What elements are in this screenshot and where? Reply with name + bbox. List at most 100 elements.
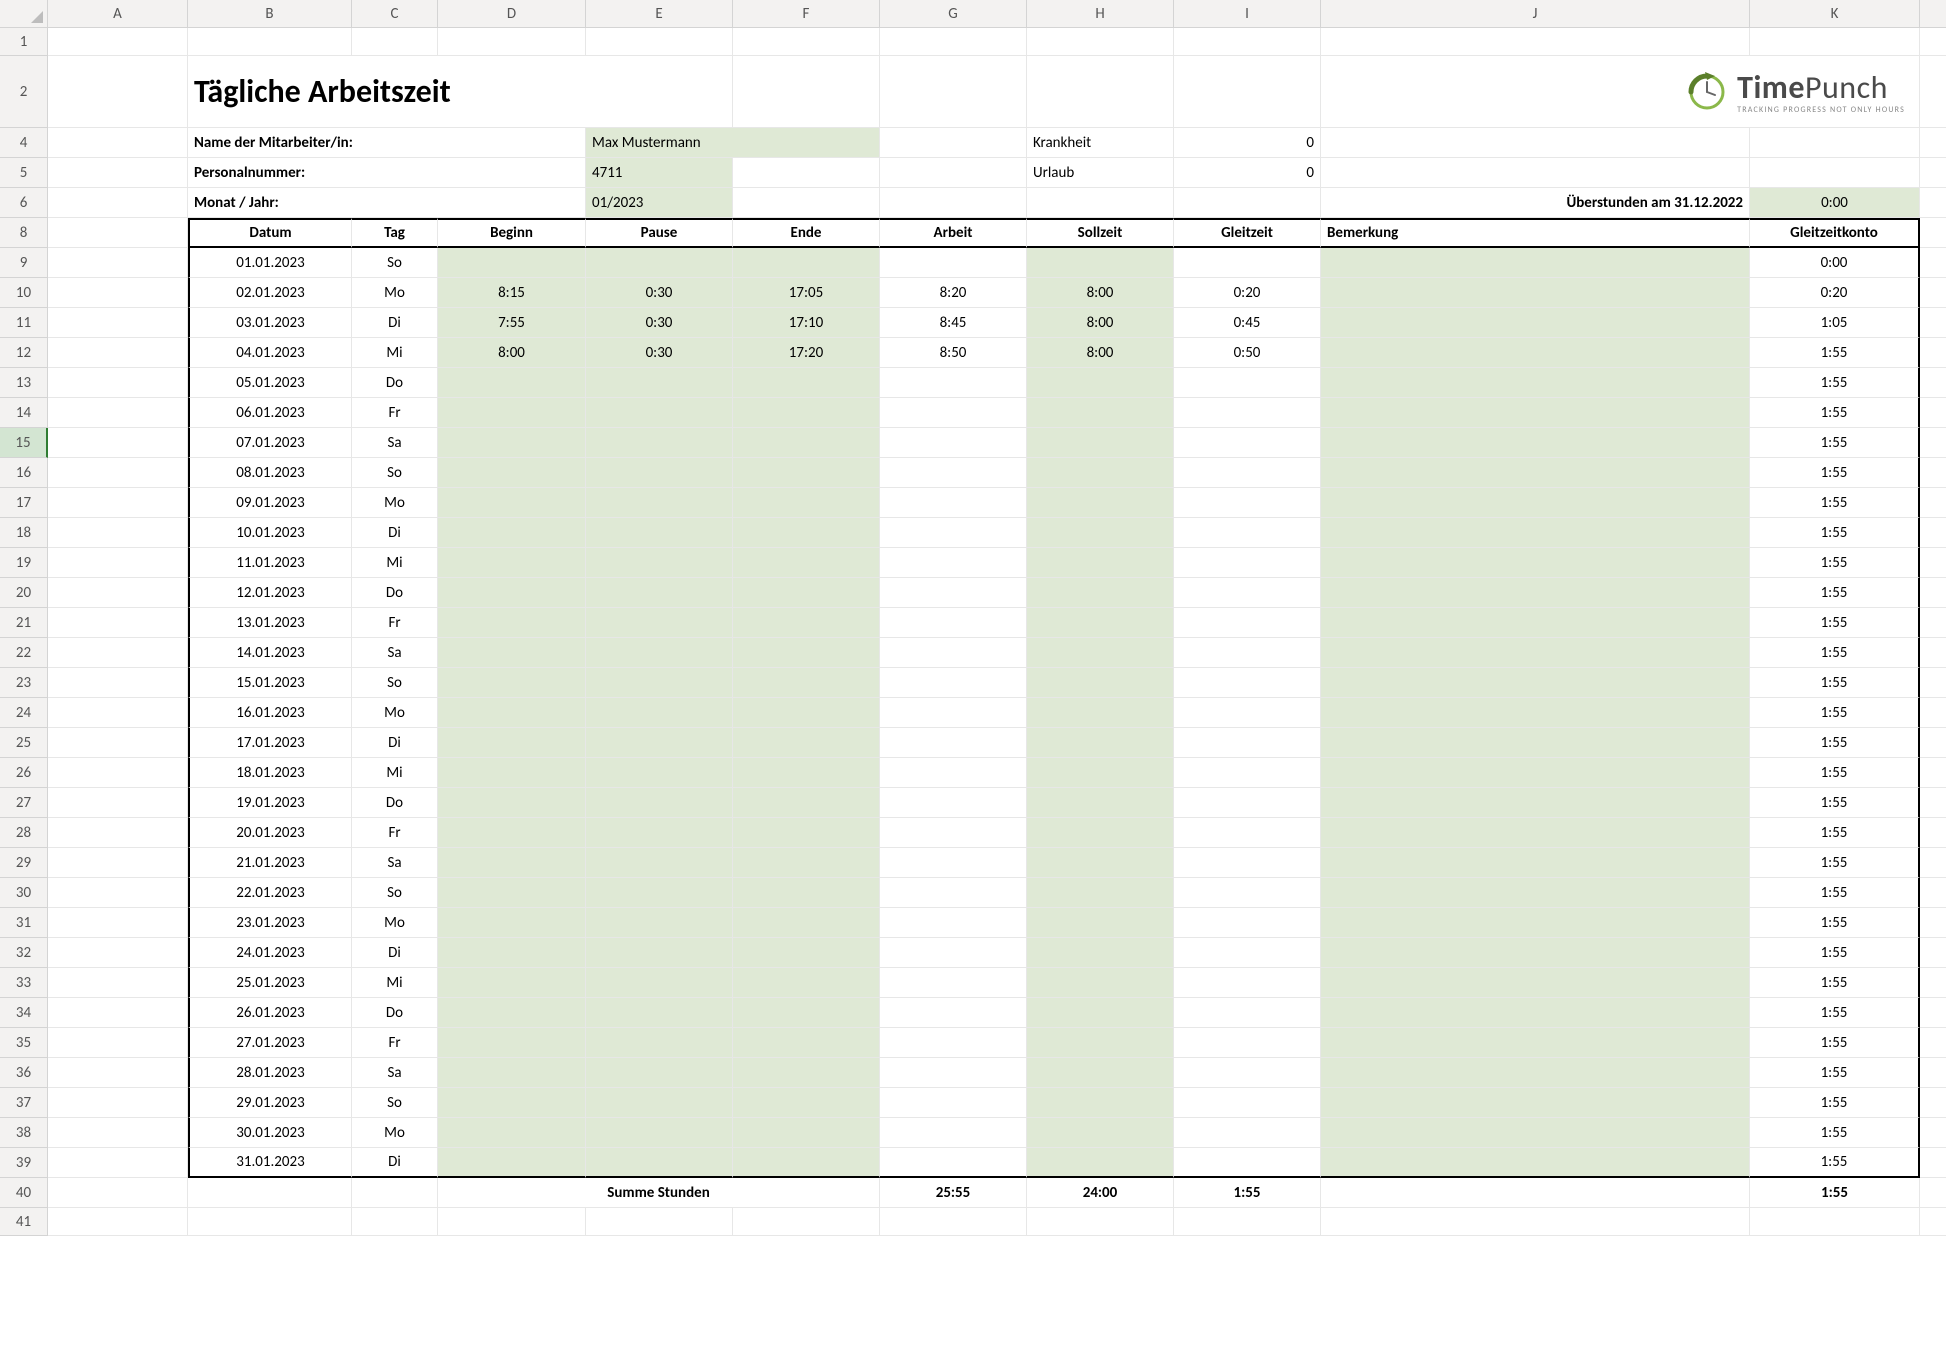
note-cell[interactable] (1321, 428, 1750, 458)
row-header-36[interactable]: 36 (0, 1058, 48, 1088)
col-header-B[interactable]: B (188, 0, 352, 28)
date-cell[interactable]: 06.01.2023 (188, 398, 352, 428)
row-header-34[interactable]: 34 (0, 998, 48, 1028)
flex-cell[interactable] (1174, 668, 1321, 698)
target-cell[interactable] (1027, 998, 1174, 1028)
note-cell[interactable] (1321, 668, 1750, 698)
cell[interactable] (48, 578, 188, 608)
row-header-31[interactable]: 31 (0, 908, 48, 938)
cell[interactable] (48, 668, 188, 698)
flex-cell[interactable] (1174, 1088, 1321, 1118)
flex-cell[interactable] (1174, 518, 1321, 548)
work-cell[interactable] (880, 668, 1027, 698)
row-header-16[interactable]: 16 (0, 458, 48, 488)
cell[interactable] (48, 128, 188, 158)
date-cell[interactable]: 09.01.2023 (188, 488, 352, 518)
cell[interactable] (1321, 28, 1750, 56)
note-cell[interactable] (1321, 1058, 1750, 1088)
row-header-12[interactable]: 12 (0, 338, 48, 368)
flex-cell[interactable] (1174, 758, 1321, 788)
target-cell[interactable] (1027, 758, 1174, 788)
acct-cell[interactable]: 1:55 (1750, 908, 1920, 938)
note-cell[interactable] (1321, 368, 1750, 398)
row-header-28[interactable]: 28 (0, 818, 48, 848)
grid-area[interactable]: Tägliche Arbeitszeit TimePunch TRACKING … (48, 28, 1946, 1236)
date-cell[interactable]: 01.01.2023 (188, 248, 352, 278)
date-cell[interactable]: 29.01.2023 (188, 1088, 352, 1118)
date-cell[interactable]: 26.01.2023 (188, 998, 352, 1028)
acct-cell[interactable]: 1:55 (1750, 368, 1920, 398)
note-cell[interactable] (1321, 698, 1750, 728)
target-cell[interactable] (1027, 488, 1174, 518)
pause-cell[interactable] (586, 1148, 733, 1178)
note-cell[interactable] (1321, 398, 1750, 428)
row-header-37[interactable]: 37 (0, 1088, 48, 1118)
col-header-G[interactable]: G (880, 0, 1027, 28)
end-cell[interactable] (733, 548, 880, 578)
target-cell[interactable] (1027, 968, 1174, 998)
note-cell[interactable] (1321, 998, 1750, 1028)
date-cell[interactable]: 28.01.2023 (188, 1058, 352, 1088)
col-header-K[interactable]: K (1750, 0, 1920, 28)
flex-cell[interactable] (1174, 398, 1321, 428)
date-cell[interactable]: 18.01.2023 (188, 758, 352, 788)
work-cell[interactable] (880, 428, 1027, 458)
col-header-C[interactable]: C (352, 0, 438, 28)
dow-cell[interactable]: So (352, 1088, 438, 1118)
pause-cell[interactable] (586, 968, 733, 998)
row-header-30[interactable]: 30 (0, 878, 48, 908)
pause-cell[interactable] (586, 818, 733, 848)
work-cell[interactable] (880, 1118, 1027, 1148)
row-header-40[interactable]: 40 (0, 1178, 48, 1208)
start-cell[interactable] (438, 848, 586, 878)
pause-cell[interactable]: 0:30 (586, 278, 733, 308)
dow-cell[interactable]: Mo (352, 1118, 438, 1148)
flex-cell[interactable] (1174, 1118, 1321, 1148)
dow-cell[interactable]: Do (352, 998, 438, 1028)
date-cell[interactable]: 12.01.2023 (188, 578, 352, 608)
cell[interactable] (188, 28, 352, 56)
row-header-5[interactable]: 5 (0, 158, 48, 188)
target-cell[interactable] (1027, 548, 1174, 578)
work-cell[interactable] (880, 758, 1027, 788)
start-cell[interactable] (438, 968, 586, 998)
row-header-26[interactable]: 26 (0, 758, 48, 788)
select-all-corner[interactable] (0, 0, 48, 28)
note-cell[interactable] (1321, 1088, 1750, 1118)
acct-cell[interactable]: 1:55 (1750, 878, 1920, 908)
dow-cell[interactable]: Mi (352, 758, 438, 788)
acct-cell[interactable]: 1:55 (1750, 428, 1920, 458)
work-cell[interactable] (880, 458, 1027, 488)
cell[interactable] (1321, 158, 1750, 188)
start-cell[interactable] (438, 698, 586, 728)
work-cell[interactable] (880, 398, 1027, 428)
target-cell[interactable] (1027, 248, 1174, 278)
cell[interactable] (48, 248, 188, 278)
flex-cell[interactable] (1174, 1058, 1321, 1088)
work-cell[interactable] (880, 908, 1027, 938)
note-cell[interactable] (1321, 578, 1750, 608)
flex-cell[interactable]: 0:50 (1174, 338, 1321, 368)
pause-cell[interactable] (586, 728, 733, 758)
end-cell[interactable] (733, 458, 880, 488)
flex-cell[interactable] (1174, 248, 1321, 278)
work-cell[interactable] (880, 1058, 1027, 1088)
cell[interactable] (352, 1178, 438, 1208)
start-cell[interactable] (438, 878, 586, 908)
start-cell[interactable]: 8:15 (438, 278, 586, 308)
dow-cell[interactable]: Fr (352, 608, 438, 638)
start-cell[interactable] (438, 938, 586, 968)
work-cell[interactable] (880, 1148, 1027, 1178)
cell[interactable] (586, 1208, 733, 1236)
end-cell[interactable] (733, 578, 880, 608)
date-cell[interactable]: 04.01.2023 (188, 338, 352, 368)
flex-cell[interactable] (1174, 458, 1321, 488)
work-cell[interactable] (880, 998, 1027, 1028)
dow-cell[interactable]: Do (352, 578, 438, 608)
row-header-38[interactable]: 38 (0, 1118, 48, 1148)
row-header-29[interactable]: 29 (0, 848, 48, 878)
row-header-9[interactable]: 9 (0, 248, 48, 278)
target-cell[interactable] (1027, 878, 1174, 908)
end-cell[interactable] (733, 368, 880, 398)
cell[interactable] (48, 518, 188, 548)
